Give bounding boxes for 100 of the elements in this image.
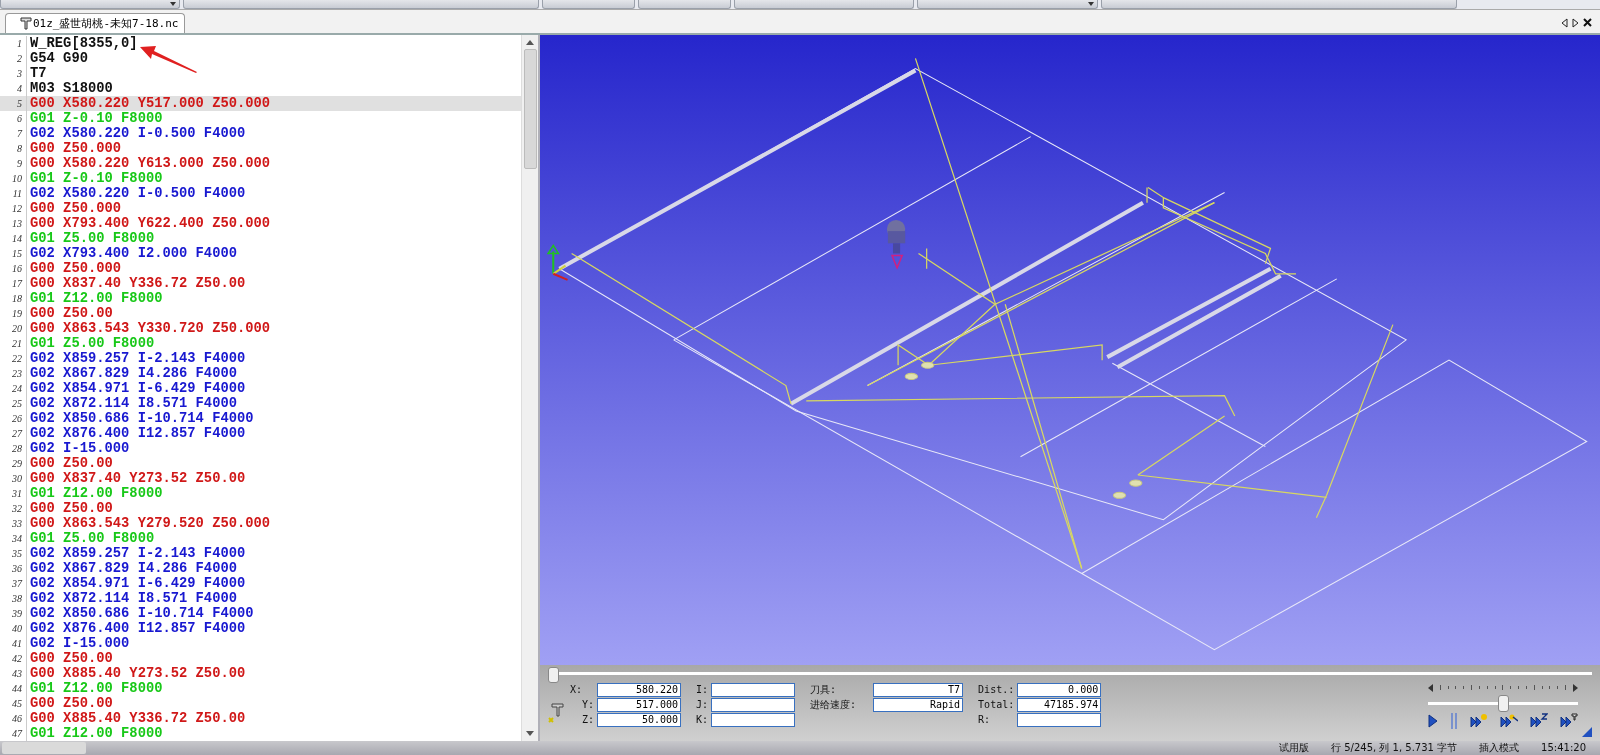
code-line: G54 G90 (29, 50, 88, 66)
line-number: 10 (0, 170, 27, 186)
line-number: 33 (0, 515, 27, 531)
slider-thumb[interactable] (1498, 694, 1509, 712)
line-number: 36 (0, 560, 27, 576)
code-line: G00 X885.40 Y273.52 Z50.00 (29, 665, 246, 681)
status-text: 行 5/245, 列 1, 5.731 字节 (1331, 740, 1458, 755)
code-line: G02 X859.257 I-2.143 F4000 (29, 350, 246, 366)
line-number: 29 (0, 455, 27, 471)
code-line: G02 I-15.000 (29, 635, 130, 651)
file-tab[interactable]: 01z_盛世胡桃-未知7-18.nc (5, 12, 186, 33)
step-point-button[interactable] (1468, 711, 1490, 730)
increase-icon[interactable] (1572, 683, 1578, 692)
line-number: 21 (0, 335, 27, 351)
tool-icon (886, 219, 906, 270)
code-line: G02 I-15.000 (29, 440, 130, 456)
code-line: G01 Z5.00 F8000 (29, 230, 155, 246)
line-number: 43 (0, 665, 27, 681)
tool-icon (548, 702, 564, 723)
code-line: G02 X872.114 I8.571 F4000 (29, 590, 237, 606)
line-number: 17 (0, 275, 27, 291)
code-line: G00 X793.400 Y622.400 Z50.000 (29, 215, 271, 231)
line-number: 14 (0, 230, 27, 246)
axis-icon (546, 243, 568, 281)
scroll-down-icon[interactable] (526, 730, 534, 736)
play-button[interactable] (1426, 711, 1440, 730)
scroll-left-icon[interactable] (1561, 17, 1568, 28)
code-line: G02 X850.686 I-10.714 F4000 (29, 605, 254, 621)
readout-field: T7 (873, 682, 964, 697)
code-line: G02 X850.686 I-10.714 F4000 (29, 410, 254, 426)
code-line: G01 Z12.00 F8000 (29, 485, 163, 501)
code-line: G02 X580.220 I-0.500 F4000 (29, 185, 246, 201)
line-number: 5 (0, 95, 27, 111)
code-line: G00 Z50.000 (29, 260, 122, 276)
code-line: G02 X867.829 I4.286 F4000 (29, 365, 237, 381)
scroll-up-icon[interactable] (526, 39, 534, 45)
line-number: 32 (0, 500, 27, 516)
caret-icon (170, 2, 177, 6)
line-number: 9 (0, 155, 27, 171)
field-label: R: (977, 713, 992, 726)
code-line: G00 X837.40 Y336.72 Z50.00 (29, 275, 246, 291)
code-line: G00 Z50.00 (29, 305, 113, 321)
line-number: 12 (0, 200, 27, 216)
line-number: 38 (0, 590, 27, 606)
code-line: G00 Z50.000 (29, 140, 122, 156)
vertical-scrollbar[interactable] (521, 34, 538, 741)
status-text: 试用版 (1279, 740, 1309, 755)
close-icon[interactable] (1583, 18, 1592, 28)
decrease-icon[interactable] (1428, 683, 1433, 692)
code-line: M03 S18000 (29, 80, 113, 96)
line-number: 40 (0, 620, 27, 636)
timeline-slider[interactable] (548, 664, 1592, 681)
field-label: J: (695, 698, 709, 711)
scroll-right-icon[interactable] (1572, 17, 1579, 28)
scrollbar-thumb[interactable] (523, 48, 537, 169)
line-number: 47 (0, 725, 27, 741)
step-tool-button[interactable] (1558, 711, 1580, 730)
tool-icon (20, 16, 32, 30)
step-z-button[interactable] (1528, 711, 1550, 730)
field-label: K: (695, 713, 709, 726)
line-number: 44 (0, 680, 27, 696)
status-text: 15:41:20 (1541, 742, 1586, 754)
field-label: I: (695, 683, 709, 696)
code-line: G02 X793.400 I2.000 F4000 (29, 245, 237, 261)
code-line: G00 X863.543 Y330.720 Z50.000 (29, 320, 271, 336)
code-line: G01 Z12.00 F8000 (29, 290, 163, 306)
line-number: 46 (0, 710, 27, 726)
line-number: 11 (0, 185, 27, 201)
code-line: G02 X859.257 I-2.143 F4000 (29, 545, 246, 561)
line-number: 2 (0, 50, 27, 66)
code-line: G00 Z50.00 (29, 500, 113, 516)
line-number: 30 (0, 470, 27, 486)
line-number: 18 (0, 290, 27, 306)
code-line: G01 Z12.00 F8000 (29, 725, 163, 741)
line-number: 23 (0, 365, 27, 381)
line-number: 35 (0, 545, 27, 561)
line-number: 24 (0, 380, 27, 396)
line-number: 7 (0, 125, 27, 141)
readout-field: 0.000 (1017, 682, 1102, 697)
line-number: 4 (0, 80, 27, 96)
field-label: Total: (977, 698, 1015, 711)
line-number: 20 (0, 320, 27, 336)
line-number: 3 (0, 65, 27, 81)
slider-thumb[interactable] (548, 666, 559, 683)
line-number: 15 (0, 245, 27, 261)
scrollbar-thumb[interactable] (2, 741, 86, 754)
field-label: X: (570, 683, 584, 696)
line-number: 41 (0, 635, 27, 651)
code-line: T7 (29, 65, 47, 81)
resize-grip-icon[interactable] (1582, 726, 1592, 737)
field-label: Z: (581, 713, 595, 726)
code-line: G00 X580.220 Y613.000 Z50.000 (29, 155, 271, 171)
code-line: G00 Z50.00 (29, 695, 113, 711)
readout-field: Rapid (873, 697, 964, 712)
line-number: 31 (0, 485, 27, 501)
field-label: Y: (581, 698, 595, 711)
status-text: 插入模式 (1479, 740, 1520, 755)
line-number: 39 (0, 605, 27, 621)
line-number: 1 (0, 35, 27, 51)
speed-slider[interactable] (1428, 682, 1578, 712)
